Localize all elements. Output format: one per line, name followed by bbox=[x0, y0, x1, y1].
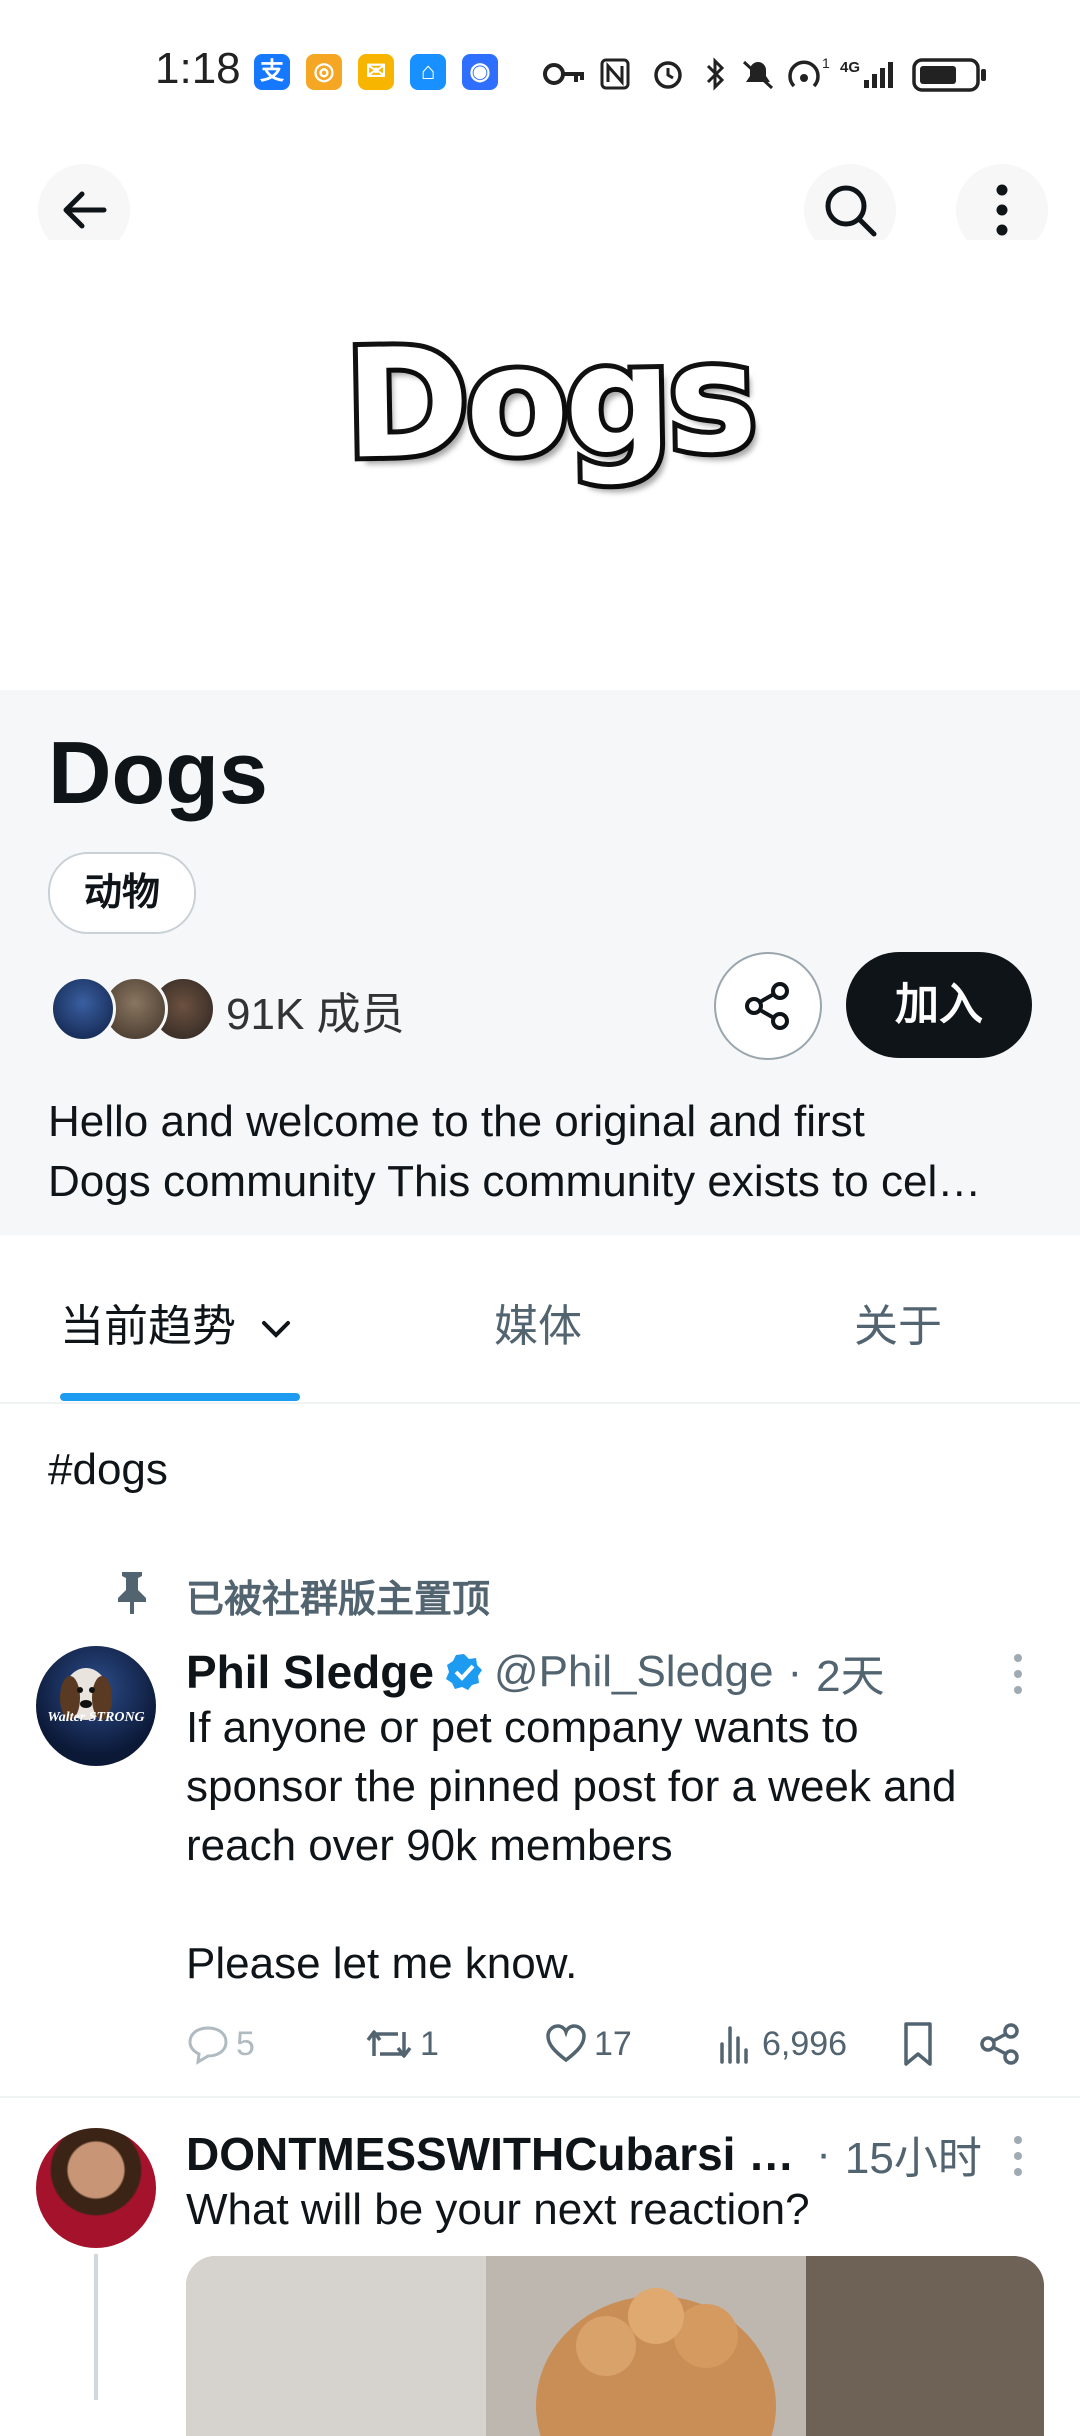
author-name[interactable]: DONTMESSWITHCubarsi … bbox=[186, 2127, 794, 2181]
join-button[interactable]: 加入 bbox=[846, 952, 1032, 1058]
author-handle[interactable]: @Phil_Sledge bbox=[494, 1647, 774, 1697]
post-time: 2天 bbox=[816, 1652, 885, 1701]
views-button[interactable]: 6,996 bbox=[716, 2022, 847, 2066]
app-notification-icon-2: ◉ bbox=[462, 54, 498, 90]
active-tab-indicator bbox=[60, 1393, 300, 1401]
community-description[interactable]: Hello and welcome to the original and fi… bbox=[48, 1092, 1038, 1212]
post-line: sponsor the pinned post for a week and bbox=[186, 1762, 957, 1811]
member-count[interactable]: 91K 成员 bbox=[226, 978, 405, 1042]
status-bar: 1:18 支 ◎ ✉ ⌂ ◉ 1 4G bbox=[0, 0, 1080, 140]
repost-button[interactable]: 1 bbox=[364, 2022, 439, 2066]
reply-button[interactable]: 5 bbox=[186, 2022, 255, 2066]
author-avatar[interactable]: Walter STRONG bbox=[36, 1646, 156, 1766]
post-more-icon[interactable] bbox=[1012, 2134, 1024, 2178]
pinned-label: 已被社群版主置顶 bbox=[186, 1579, 491, 1621]
tab-media[interactable]: 媒体 bbox=[494, 1290, 582, 1354]
arrow-left-icon bbox=[63, 191, 107, 229]
mail-icon: ✉ bbox=[358, 54, 394, 90]
description-line: Dogs community This community exists to … bbox=[48, 1157, 982, 1206]
repost-icon bbox=[366, 2030, 412, 2058]
member-avatar bbox=[50, 976, 116, 1042]
chevron-down-icon bbox=[262, 1321, 291, 1339]
post-time: 15小时 bbox=[844, 2134, 982, 2183]
like-button[interactable]: 17 bbox=[544, 2022, 632, 2066]
alipay-icon: 支 bbox=[254, 54, 290, 90]
system-status-icons: 1 4G bbox=[543, 56, 986, 92]
post-media[interactable] bbox=[186, 2256, 1044, 2436]
separator-dot: · bbox=[787, 1647, 803, 1696]
post-more-icon[interactable] bbox=[1012, 1652, 1024, 1696]
dog-avatar-image bbox=[60, 1668, 112, 1720]
description-line: Hello and welcome to the original and fi… bbox=[48, 1097, 865, 1146]
analytics-icon bbox=[720, 2026, 748, 2064]
app-notification-icon: ◎ bbox=[306, 54, 342, 90]
tab-label: 当前趋势 bbox=[60, 1302, 236, 1351]
post-header: DONTMESSWITHCubarsi … · 15小时 bbox=[186, 2122, 982, 2186]
post-text[interactable]: What will be your next reaction? bbox=[186, 2180, 1046, 2239]
hashtag[interactable]: #dogs bbox=[48, 1445, 168, 1495]
post-header: Phil Sledge @Phil_Sledge · 2天 bbox=[186, 1640, 885, 1704]
reply-icon bbox=[188, 2026, 228, 2065]
heart-icon bbox=[546, 2024, 586, 2063]
category-tag[interactable]: 动物 bbox=[48, 852, 197, 934]
post-divider bbox=[0, 2096, 1080, 2098]
status-time: 1:18 bbox=[155, 44, 241, 93]
tab-trending[interactable]: 当前趋势 bbox=[60, 1290, 294, 1354]
more-vertical-icon bbox=[996, 184, 1008, 236]
author-name[interactable]: Phil Sledge bbox=[186, 1645, 434, 1699]
author-avatar[interactable] bbox=[36, 2128, 156, 2248]
banner-logo: Dogs bbox=[339, 306, 760, 497]
pin-icon bbox=[118, 1572, 146, 1614]
post-text[interactable]: If anyone or pet company wants to sponso… bbox=[186, 1698, 1046, 1993]
thread-line bbox=[94, 2254, 98, 2400]
shopping-bag-icon: ⌂ bbox=[410, 54, 446, 90]
search-icon bbox=[825, 185, 877, 237]
avatar-caption: Walter STRONG bbox=[47, 1710, 145, 1725]
svg-text:4G: 4G bbox=[840, 59, 860, 76]
like-count: 17 bbox=[594, 2024, 632, 2063]
post-line: reach over 90k members bbox=[186, 1821, 673, 1870]
share-button[interactable] bbox=[714, 952, 822, 1060]
share-icon bbox=[745, 982, 789, 1030]
view-count: 6,996 bbox=[762, 2024, 848, 2063]
post-line-blank bbox=[186, 1875, 1046, 1934]
reply-count: 5 bbox=[236, 2024, 255, 2063]
community-name: Dogs bbox=[48, 723, 268, 822]
bookmark-icon[interactable] bbox=[898, 2020, 938, 2068]
separator-dot: · bbox=[816, 2129, 831, 2178]
post-line: If anyone or pet company wants to bbox=[186, 1703, 859, 1752]
dog-photo bbox=[186, 2256, 1044, 2436]
repost-count: 1 bbox=[420, 2024, 439, 2063]
verified-badge-icon bbox=[445, 1654, 482, 1690]
tab-about[interactable]: 关于 bbox=[854, 1290, 942, 1354]
share-post-icon[interactable] bbox=[976, 2020, 1024, 2068]
svg-text:1: 1 bbox=[822, 56, 830, 71]
post-line: Please let me know. bbox=[186, 1939, 578, 1988]
